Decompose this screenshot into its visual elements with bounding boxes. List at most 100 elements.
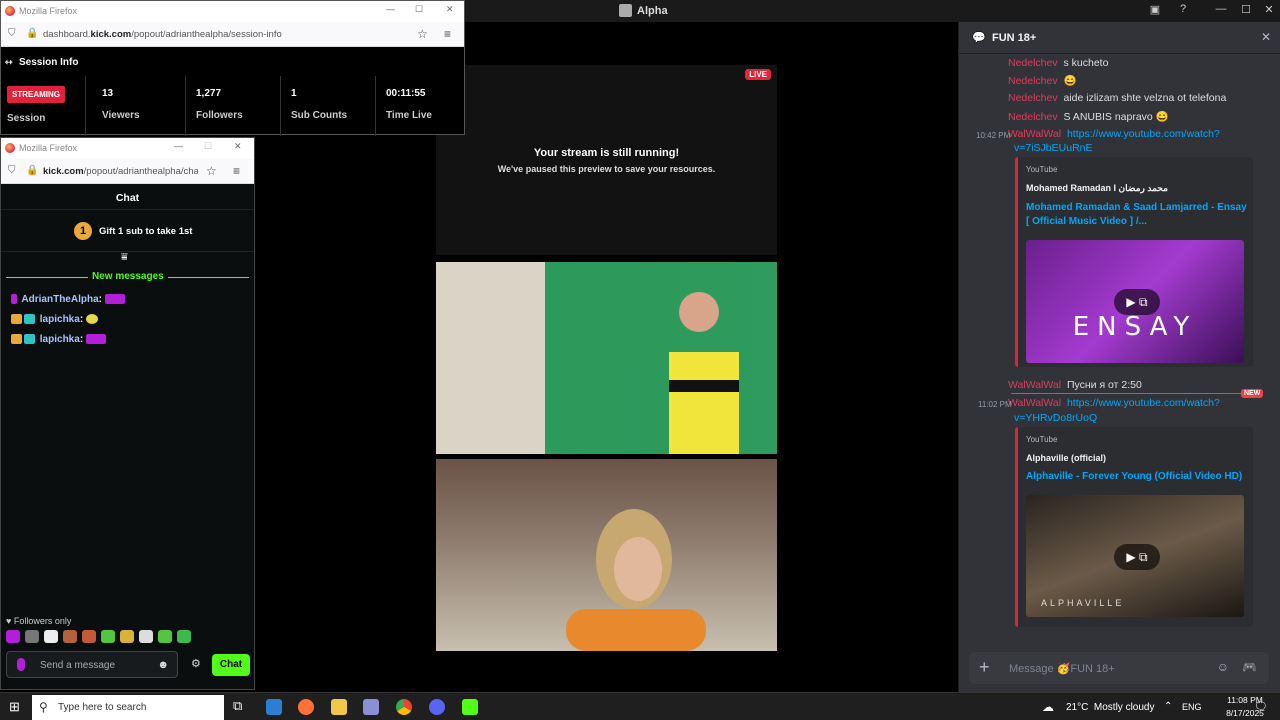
youtube-link[interactable]: v=7iSJbEUuRnE (1014, 142, 1093, 154)
taskbar-search[interactable]: ⚲ Type here to search (32, 695, 224, 720)
weather-icon[interactable]: ☁ (1042, 700, 1054, 714)
chevron-up-icon[interactable]: ⌃ (1164, 701, 1172, 712)
emote-icon[interactable] (158, 630, 172, 643)
embed-author[interactable]: Alphaville (official) (1026, 453, 1106, 463)
url-text[interactable]: kick.com/popout/adrianthealpha/chat (43, 166, 198, 177)
send-message-input[interactable]: Send a message ☻ (6, 651, 178, 678)
emote-icon[interactable] (101, 630, 115, 643)
session-label: Session (7, 113, 46, 124)
close-button[interactable]: ✕ (1259, 3, 1279, 16)
app-icon[interactable] (266, 699, 282, 715)
video-thumbnail[interactable]: ENSAY ▶ ⧉ (1026, 240, 1244, 363)
search-icon: ⚲ (39, 700, 48, 714)
close-button[interactable]: ✕ (446, 4, 454, 15)
lock-icon[interactable]: 🔒 (26, 28, 38, 39)
emote-icon (104, 294, 125, 305)
chat-header: Chat (1, 185, 254, 210)
bookmark-star-icon[interactable]: ☆ (417, 27, 428, 41)
gamepad-icon[interactable]: 🎮 (1242, 660, 1257, 674)
lock-icon[interactable]: 🔒 (26, 165, 38, 176)
play-icon[interactable]: ▶ ⧉ (1114, 544, 1160, 570)
embed-source: YouTube (1026, 165, 1058, 174)
chat-username[interactable]: lapichka (40, 334, 80, 345)
gear-icon[interactable]: ⚙ (191, 657, 201, 670)
firefox-icon[interactable] (298, 699, 314, 715)
bookmark-star-icon[interactable]: ☆ (206, 164, 217, 178)
chat-send-button[interactable]: Chat (212, 654, 250, 676)
close-icon[interactable]: ✕ (1261, 30, 1271, 44)
emote-icon[interactable] (139, 630, 153, 643)
chat-message: lapichka: (11, 314, 98, 325)
crown-badge-icon (11, 314, 22, 325)
task-view-icon[interactable]: ⧉ (233, 698, 242, 714)
maximize-button[interactable]: ☐ (204, 141, 212, 152)
youtube-link[interactable]: v=YHRvDo8rUoQ (1014, 412, 1097, 424)
emote-icon[interactable] (82, 630, 96, 643)
help-icon[interactable]: ? (1173, 3, 1193, 15)
menu-icon[interactable]: ≡ (444, 27, 451, 41)
embed-title[interactable]: Mohamed Ramadan & Saad Lamjarred - Ensay… (1026, 201, 1251, 229)
emoji-icon[interactable]: ☻ (157, 659, 169, 671)
pin-collapse-icon[interactable]: ⩸ (121, 251, 128, 264)
minimize-button[interactable]: — (1211, 3, 1231, 15)
sub-badge-icon (24, 334, 35, 345)
shield-icon[interactable]: ⛉ (8, 28, 16, 39)
weather-text[interactable]: 21°C Mostly cloudy (1066, 702, 1154, 713)
screen-icon[interactable]: ▣ (1145, 3, 1165, 16)
minimize-button[interactable]: — (174, 141, 183, 151)
chrome-icon[interactable] (396, 699, 412, 715)
youtube-embed: YouTube Mohamed Ramadan I محمد رمضان Moh… (1015, 157, 1253, 367)
person-image (566, 509, 706, 651)
chat-username[interactable]: lapichka (40, 314, 80, 325)
gift-sub-banner[interactable]: 1 Gift 1 sub to take 1st (1, 210, 254, 252)
session-info-title: Session Info (19, 57, 79, 68)
stat-viewers: 13 Viewers (85, 76, 185, 136)
message-input[interactable]: + Message 🥳FUN 18+ ☺ 🎮 (969, 652, 1269, 684)
youtube-link[interactable]: https://www.youtube.com/watch? (1067, 397, 1220, 409)
sticker-icon[interactable]: ☺ (1217, 660, 1229, 674)
chat-message: AdrianTheAlpha: (11, 294, 125, 305)
plus-icon[interactable]: + (979, 657, 990, 678)
windows-start-icon[interactable]: ⊞ (9, 699, 20, 715)
media-player-icon[interactable] (363, 699, 379, 715)
emote-icon[interactable] (44, 630, 58, 643)
window-title: Alpha (637, 5, 668, 17)
embed-source: YouTube (1026, 435, 1058, 444)
video-thumbnail[interactable]: ALPHAVILLE ▶ ⧉ (1026, 495, 1244, 617)
new-messages-divider: New messages (6, 271, 249, 282)
emote-icon[interactable] (25, 630, 39, 643)
session-info-header: ⇿ Session Info (1, 48, 464, 76)
minimize-button[interactable]: — (386, 4, 395, 14)
emote-icon[interactable] (6, 630, 20, 643)
search-placeholder: Type here to search (58, 702, 147, 713)
maximize-button[interactable]: ☐ (1236, 3, 1256, 16)
close-button[interactable]: ✕ (234, 141, 242, 152)
embed-title[interactable]: Alphaville - Forever Young (Official Vid… (1026, 470, 1251, 484)
shield-icon[interactable]: ⛉ (8, 165, 16, 176)
youtube-link[interactable]: https://www.youtube.com/watch? (1067, 128, 1220, 140)
discord-icon[interactable] (429, 699, 445, 715)
notification-icon[interactable]: 🗨 (1254, 700, 1268, 713)
language-indicator[interactable]: ENG (1182, 702, 1202, 712)
embed-author[interactable]: Mohamed Ramadan I محمد رمضان (1026, 183, 1168, 194)
emote-icon[interactable] (63, 630, 77, 643)
menu-icon[interactable]: ≡ (233, 164, 240, 178)
chat-message: Nedelchev S ANUBIS napravo 😄 (1008, 111, 1169, 123)
chat-message: Nedelchev aide izlizam shte velzna ot te… (1008, 92, 1227, 104)
chat-username[interactable]: AdrianTheAlpha (21, 294, 98, 305)
followers-only-notice: ♥ Followers only (6, 616, 72, 626)
chat-message: WalWalWal https://www.youtube.com/watch? (1008, 128, 1220, 140)
emote-icon (85, 314, 98, 325)
live-badge: LIVE (745, 69, 771, 80)
file-explorer-icon[interactable] (331, 699, 347, 715)
firefox-icon (5, 6, 15, 16)
address-bar[interactable]: ⛉ 🔒 dashboard.kick.com/popout/adrianthea… (1, 22, 464, 47)
play-icon[interactable]: ▶ ⧉ (1114, 289, 1160, 315)
emote-icon[interactable] (177, 630, 191, 643)
emote-icon[interactable] (120, 630, 134, 643)
kick-icon[interactable] (462, 699, 478, 715)
url-text[interactable]: dashboard.kick.com/popout/adrianthealpha… (43, 29, 282, 40)
session-icon: ⇿ (5, 57, 13, 67)
address-bar[interactable]: ⛉ 🔒 kick.com/popout/adrianthealpha/chat … (1, 159, 254, 184)
maximize-button[interactable]: ☐ (415, 4, 423, 15)
